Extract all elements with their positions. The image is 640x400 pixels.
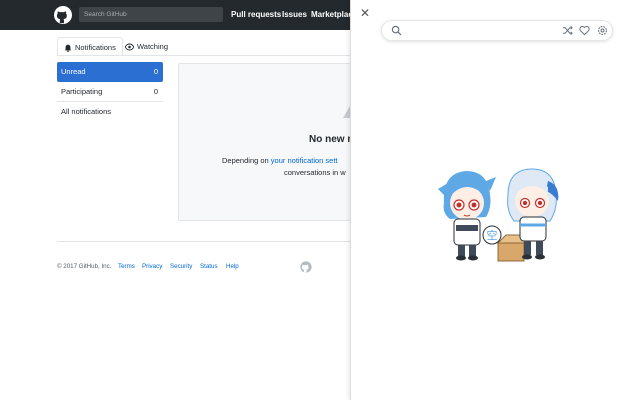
footer-link-terms[interactable]: Terms — [118, 263, 135, 270]
filter-participating-label: Participating — [61, 87, 103, 96]
heart-icon[interactable] — [579, 25, 590, 36]
blankslate-text-before: Depending on — [222, 156, 271, 165]
nav-pull-requests[interactable]: Pull requests — [231, 10, 281, 19]
github-logo-icon[interactable] — [54, 6, 72, 24]
mascot-illustration: 空 — [438, 168, 559, 262]
panel-search-bar[interactable] — [381, 20, 613, 41]
footer-copyright: © 2017 GitHub, Inc. — [57, 263, 112, 270]
tab-watching[interactable]: Watching — [125, 37, 168, 56]
tab-notifications-label: Notifications — [75, 43, 116, 52]
tab-divider — [57, 55, 351, 56]
footer-link-security[interactable]: Security — [170, 263, 192, 270]
tab-notifications[interactable]: Notifications — [57, 37, 123, 56]
footer-link-status[interactable]: Status — [200, 263, 218, 270]
filter-participating[interactable]: Participating 0 — [57, 82, 163, 102]
screen: Search GitHub Pull requests Issues Marke… — [0, 0, 640, 400]
tab-watching-label: Watching — [137, 42, 168, 51]
github-search-input[interactable]: Search GitHub — [79, 7, 223, 22]
footer-link-privacy[interactable]: Privacy — [142, 263, 162, 270]
filter-participating-count: 0 — [153, 87, 158, 96]
blankslate-text: Depending on your notification sett — [222, 156, 338, 165]
search-icon — [391, 25, 402, 36]
bell-icon — [64, 44, 72, 53]
close-icon[interactable]: ✕ — [359, 7, 371, 19]
extension-side-panel: ✕ 空 — [350, 0, 640, 400]
nav-marketplace[interactable]: Marketplac — [311, 10, 353, 19]
filter-all-label: All notifications — [61, 107, 112, 116]
filter-all-notifications[interactable]: All notifications — [57, 102, 163, 122]
mascot-left-character: 空 — [438, 171, 502, 261]
nav-issues[interactable]: Issues — [282, 10, 307, 19]
footer-link-help[interactable]: Help — [226, 263, 239, 270]
mascot-speech-text: 空 — [487, 228, 498, 242]
blankslate-text-line2: conversations in w — [284, 168, 346, 177]
filter-unread[interactable]: Unread 0 — [57, 62, 163, 82]
shuffle-icon[interactable] — [562, 25, 573, 36]
panel-search-input[interactable] — [406, 24, 556, 38]
filter-unread-label: Unread — [61, 67, 86, 76]
filter-unread-count: 0 — [153, 67, 158, 76]
footer-github-icon[interactable] — [300, 261, 312, 273]
footer-divider — [57, 241, 351, 242]
eye-icon — [125, 43, 134, 51]
notification-settings-link[interactable]: your notification sett — [271, 156, 338, 165]
settings-icon[interactable] — [597, 25, 608, 36]
